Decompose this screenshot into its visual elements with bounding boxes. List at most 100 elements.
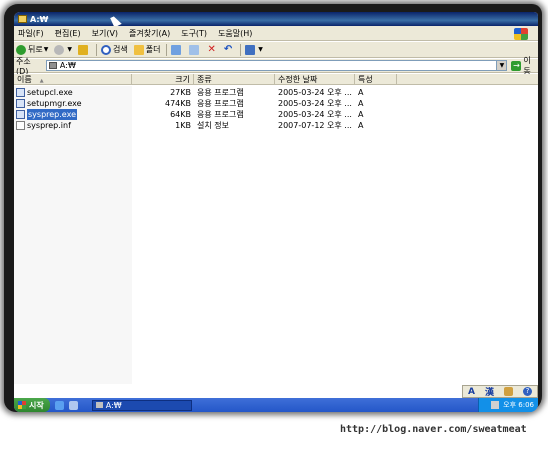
file-type: 설치 정보 xyxy=(197,121,229,130)
column-header-size[interactable]: 크기 xyxy=(132,74,194,85)
move-to-button[interactable] xyxy=(171,44,183,55)
watermark: http://blog.naver.com/sweatmeat xyxy=(340,424,527,435)
exe-file-icon xyxy=(16,110,25,119)
sort-ascending-icon: ▲ xyxy=(39,78,44,84)
input-mode-button[interactable]: A xyxy=(468,387,475,397)
floppy-drive-icon xyxy=(48,62,57,69)
help-icon[interactable]: ? xyxy=(522,387,532,396)
delete-button[interactable]: ✕ xyxy=(207,44,217,55)
file-row[interactable]: sysprep.inf 1KB 설치 정보 2007-07-12 오후 ... … xyxy=(14,120,538,131)
file-attributes: A xyxy=(358,99,364,108)
menu-file[interactable]: 파일(F) xyxy=(18,28,44,39)
taskbar-window-button[interactable]: A:₩ xyxy=(91,399,192,411)
taskbar-window-label: A:₩ xyxy=(105,400,122,410)
column-header-modified[interactable]: 수정한 날짜 xyxy=(275,74,355,85)
file-name: sysprep.inf xyxy=(27,121,71,130)
file-size: 27KB xyxy=(170,88,191,97)
system-tray: 오후 6:06 xyxy=(478,398,538,412)
address-bar: 주소(D) A:₩ ▼ → 이동 xyxy=(14,56,538,76)
up-folder-button[interactable] xyxy=(77,44,90,55)
windows-logo-icon xyxy=(514,28,528,40)
network-icon[interactable] xyxy=(491,401,500,409)
move-to-icon xyxy=(171,44,182,55)
file-modified: 2005-03-24 오후 ... xyxy=(278,99,352,108)
column-header-name[interactable]: 이름 ▲ xyxy=(14,74,132,85)
file-attributes: A xyxy=(358,88,364,97)
exe-file-icon xyxy=(16,99,25,108)
file-row[interactable]: setupcl.exe 27KB 응용 프로그램 2005-03-24 오후 .… xyxy=(14,87,538,98)
title-bar[interactable]: A:₩ xyxy=(14,12,538,26)
file-size: 64KB xyxy=(170,110,191,119)
file-modified: 2007-07-12 오후 ... xyxy=(278,121,352,130)
forward-arrow-icon xyxy=(54,44,65,55)
file-row-selected[interactable]: sysprep.exe 64KB 응용 프로그램 2005-03-24 오후 .… xyxy=(14,109,538,120)
file-attributes: A xyxy=(358,121,364,130)
toolbar-separator xyxy=(240,43,242,56)
start-label: 시작 xyxy=(29,400,44,410)
file-size: 474KB xyxy=(164,99,191,108)
file-name: sysprep.exe xyxy=(27,109,77,120)
address-input[interactable]: A:₩ ▼ xyxy=(45,60,508,71)
inf-file-icon xyxy=(16,121,25,130)
file-attributes: A xyxy=(358,110,364,119)
clock[interactable]: 오후 6:06 xyxy=(503,400,534,410)
column-header-attributes[interactable]: 특성 xyxy=(355,74,397,85)
file-type: 응용 프로그램 xyxy=(197,88,244,97)
copy-to-button[interactable] xyxy=(189,44,201,55)
file-name: setupmgr.exe xyxy=(27,99,82,108)
folders-label: 폴더 xyxy=(145,45,161,54)
delete-x-icon: ✕ xyxy=(207,44,216,55)
search-label: 검색 xyxy=(112,45,128,54)
back-label: 뒤로 xyxy=(28,45,43,54)
go-arrow-icon: → xyxy=(511,60,522,71)
file-list[interactable]: 이름 ▲ 크기 종류 수정한 날짜 특성 setupcl.exe 27KB 응용 … xyxy=(14,74,538,384)
menu-edit[interactable]: 편집(E) xyxy=(55,28,81,39)
undo-icon: ↶ xyxy=(223,44,233,55)
undo-button[interactable]: ↶ xyxy=(224,44,234,55)
column-headers: 이름 ▲ 크기 종류 수정한 날짜 특성 xyxy=(14,74,538,85)
search-button[interactable]: 검색 xyxy=(100,44,128,55)
exe-file-icon xyxy=(16,88,25,97)
photo-frame: A:₩ 파일(F) 편집(E) 보기(V) 즐겨찾기(A) 도구(T) 도움말(… xyxy=(4,4,542,412)
toolbar-separator xyxy=(166,43,168,56)
menu-help[interactable]: 도움말(H) xyxy=(218,28,252,39)
chevron-down-icon[interactable]: ▼ xyxy=(67,46,72,53)
language-bar: A 漢 ? xyxy=(462,385,538,398)
floppy-drive-icon xyxy=(95,402,103,408)
standard-toolbar: 뒤로 ▼ ▼ 검색 폴더 ✕ ↶ ▼ xyxy=(14,42,538,58)
menu-tools[interactable]: 도구(T) xyxy=(181,28,207,39)
start-button[interactable]: 시작 xyxy=(14,398,50,412)
toolbar-separator xyxy=(95,43,97,56)
back-arrow-icon xyxy=(16,44,26,55)
file-name: setupcl.exe xyxy=(27,88,73,97)
folders-button[interactable]: 폴더 xyxy=(133,44,161,55)
column-header-type[interactable]: 종류 xyxy=(194,74,275,85)
up-folder-icon xyxy=(77,44,88,55)
taskbar: 시작 A:₩ 오후 6:06 xyxy=(14,398,538,412)
forward-button[interactable]: ▼ xyxy=(54,44,72,55)
chevron-down-icon[interactable]: ▼ xyxy=(44,46,49,53)
back-button[interactable]: 뒤로 ▼ xyxy=(16,44,48,55)
file-modified: 2005-03-24 오후 ... xyxy=(278,88,352,97)
address-label: 주소(D) xyxy=(16,56,31,76)
column-header-name-label: 이름 xyxy=(17,75,32,84)
tool-icon[interactable] xyxy=(503,387,513,396)
window-title: A:₩ xyxy=(30,14,49,24)
internet-explorer-icon[interactable] xyxy=(54,400,64,410)
views-button[interactable]: ▼ xyxy=(245,44,263,55)
file-row[interactable]: setupmgr.exe 474KB 응용 프로그램 2005-03-24 오후… xyxy=(14,98,538,109)
copy-to-icon xyxy=(189,44,200,55)
show-desktop-icon[interactable] xyxy=(68,400,78,410)
menu-view[interactable]: 보기(V) xyxy=(92,28,118,39)
file-type: 응용 프로그램 xyxy=(197,99,244,108)
windows-logo-icon xyxy=(18,401,26,409)
file-type: 응용 프로그램 xyxy=(197,110,244,119)
folder-icon xyxy=(133,44,144,55)
address-value: A:₩ xyxy=(59,61,76,70)
explorer-screen: A:₩ 파일(F) 편집(E) 보기(V) 즐겨찾기(A) 도구(T) 도움말(… xyxy=(14,12,538,412)
menu-bar: 파일(F) 편집(E) 보기(V) 즐겨찾기(A) 도구(T) 도움말(H) xyxy=(14,26,538,41)
chevron-down-icon[interactable]: ▼ xyxy=(258,46,263,53)
chevron-down-icon[interactable]: ▼ xyxy=(496,61,507,70)
menu-favorites[interactable]: 즐겨찾기(A) xyxy=(129,28,170,39)
hanja-button[interactable]: 漢 xyxy=(485,385,494,398)
